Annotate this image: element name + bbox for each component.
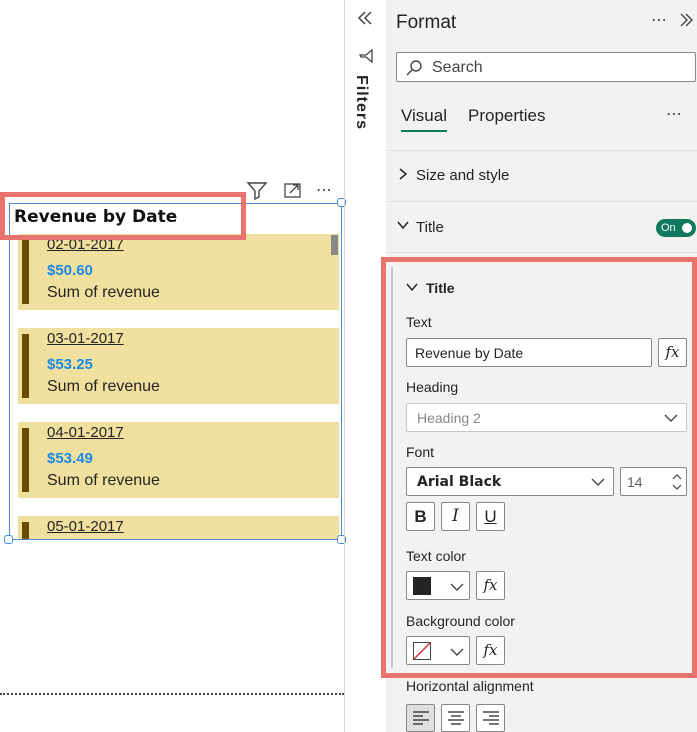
toggle-knob (682, 223, 692, 233)
underline-button[interactable]: U (476, 502, 505, 531)
bold-button[interactable]: B (406, 502, 435, 531)
align-left-icon (412, 711, 429, 725)
more-options-icon[interactable]: ⋯ (651, 10, 667, 30)
card-date[interactable]: 04-01-2017 (47, 424, 124, 441)
card-visual[interactable]: 02-01-2017 $50.60 Sum of revenue 03-01-2… (9, 203, 342, 540)
section-divider (386, 150, 697, 151)
visual-header-icons: ⋯ (246, 180, 341, 201)
card-label: Sum of revenue (47, 472, 160, 489)
align-left-button[interactable] (406, 704, 435, 732)
chevron-down-icon (450, 648, 464, 656)
pane-title: Format (396, 12, 457, 33)
tab-visual-underline (401, 130, 447, 132)
card-label: Sum of revenue (47, 378, 160, 395)
align-center-button[interactable] (441, 704, 470, 732)
font-family-dropdown[interactable]: Arial Black (406, 467, 614, 496)
section-divider (386, 201, 697, 202)
fx-button[interactable]: fx (476, 571, 505, 600)
card-date[interactable]: 05-01-2017 (47, 518, 124, 535)
focus-mode-icon[interactable] (283, 181, 303, 204)
search-placeholder: Search (432, 59, 483, 76)
text-color-label: Text color (406, 548, 466, 564)
chevron-right-icon (399, 168, 408, 180)
fx-button[interactable]: fx (476, 636, 505, 665)
heading-dropdown[interactable]: Heading 2 (406, 403, 687, 432)
section-label: Title (426, 280, 455, 296)
card-date[interactable]: 03-01-2017 (47, 330, 124, 347)
card-value: $50.60 (47, 262, 93, 279)
title-text-input[interactable]: Revenue by Date (406, 338, 652, 367)
section-label: Size and style (416, 167, 510, 184)
search-input[interactable]: Search (396, 52, 696, 82)
italic-button[interactable]: I (441, 502, 470, 531)
list-item[interactable]: 03-01-2017 $53.25 Sum of revenue (18, 328, 339, 404)
title-text-value: Revenue by Date (415, 345, 524, 361)
subsection-title[interactable]: Title (405, 280, 455, 299)
text-label: Text (406, 314, 432, 330)
no-color-swatch-icon (413, 642, 431, 665)
subsection-bar (391, 267, 393, 668)
card-value: $53.49 (47, 450, 93, 467)
card-value: $53.25 (47, 356, 93, 373)
scrollbar[interactable] (331, 235, 338, 255)
filters-pane-label[interactable]: Filters (352, 75, 370, 130)
visual-title: Revenue by Date (14, 207, 178, 227)
font-label: Font (406, 444, 435, 460)
align-center-icon (447, 711, 464, 725)
section-label: Title (416, 219, 444, 236)
font-size-stepper[interactable]: 14 (620, 467, 687, 496)
align-right-button[interactable] (476, 704, 505, 732)
color-swatch (413, 577, 431, 595)
horizontal-alignment-label: Horizontal alignment (406, 678, 534, 694)
fx-button[interactable]: fx (658, 338, 687, 367)
more-options-icon[interactable]: ⋯ (666, 104, 682, 124)
collapse-icon[interactable] (356, 9, 374, 32)
section-divider (386, 252, 697, 253)
stepper-arrows-icon[interactable] (671, 471, 683, 493)
filter-icon[interactable] (246, 180, 268, 205)
section-size-and-style[interactable]: Size and style (396, 166, 509, 187)
font-size-value: 14 (627, 474, 643, 490)
page-boundary (0, 693, 344, 695)
title-toggle[interactable]: On (656, 219, 696, 237)
font-family-value: Arial Black (417, 474, 502, 490)
chevron-down-icon (450, 583, 464, 591)
expand-icon[interactable] (678, 12, 694, 33)
pane-divider (344, 0, 345, 732)
heading-value: Heading 2 (417, 410, 481, 426)
resize-handle[interactable] (4, 535, 13, 544)
list-item[interactable]: 05-01-2017 (18, 516, 339, 539)
more-options-icon[interactable]: ⋯ (316, 180, 333, 200)
heading-label: Heading (406, 379, 459, 395)
list-item[interactable]: 04-01-2017 $53.49 Sum of revenue (18, 422, 339, 498)
card-accent-bar (22, 334, 29, 398)
card-accent-bar (22, 522, 29, 539)
text-color-picker[interactable] (406, 571, 470, 600)
filter-icon[interactable] (358, 48, 374, 69)
list-item[interactable]: 02-01-2017 $50.60 Sum of revenue (18, 234, 339, 310)
search-icon (405, 59, 423, 82)
section-title[interactable]: Title (396, 217, 444, 238)
chevron-down-icon (406, 283, 418, 292)
chevron-down-icon (664, 414, 678, 422)
card-accent-bar (22, 240, 29, 304)
background-color-label: Background color (406, 613, 515, 629)
card-accent-bar (22, 428, 29, 492)
align-right-icon (482, 711, 499, 725)
chevron-down-icon (591, 478, 605, 486)
tab-properties[interactable]: Properties (468, 106, 545, 126)
background-color-picker[interactable] (406, 636, 470, 665)
tab-visual[interactable]: Visual (401, 106, 447, 126)
toggle-label: On (661, 222, 676, 234)
card-label: Sum of revenue (47, 284, 160, 301)
chevron-down-icon (397, 221, 409, 230)
